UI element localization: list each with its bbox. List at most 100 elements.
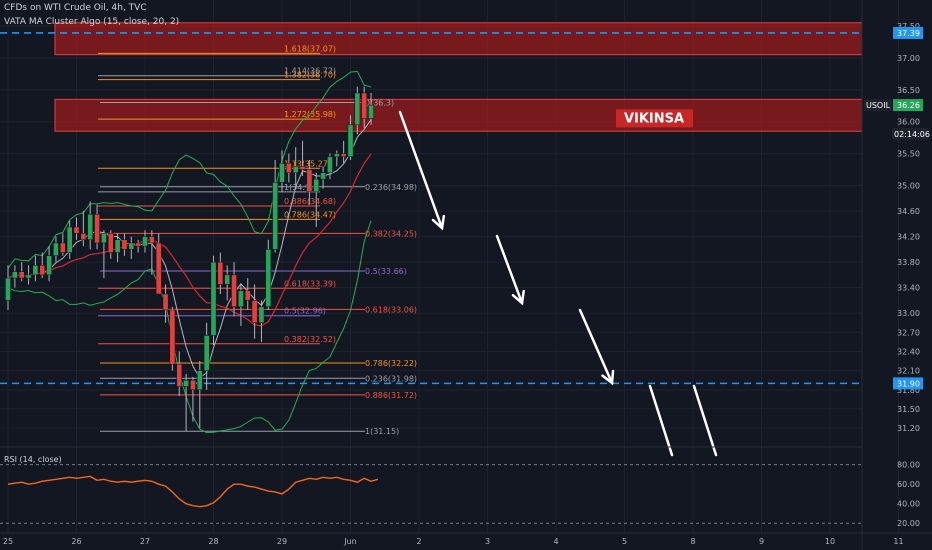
candle-body bbox=[53, 242, 59, 256]
time-tick-label: 25 bbox=[3, 537, 13, 546]
candle-body bbox=[238, 290, 244, 308]
candle-body bbox=[313, 178, 320, 193]
candle-body bbox=[354, 92, 361, 126]
candle-body bbox=[327, 156, 333, 173]
candle-body bbox=[101, 233, 107, 244]
indicator-title: VATA MA Cluster Algo (15, close, 20, 2) bbox=[4, 17, 180, 27]
rsi-tick-label: 60.00 bbox=[897, 480, 920, 489]
candle-body bbox=[169, 309, 176, 365]
fib-label-lower: 0.236(34.98) bbox=[365, 183, 417, 192]
candle-body bbox=[196, 370, 203, 390]
candle-body bbox=[279, 162, 285, 183]
resistance-zone bbox=[54, 98, 863, 132]
candle-body bbox=[59, 242, 66, 253]
candle-body bbox=[340, 153, 347, 158]
candle-body bbox=[46, 255, 52, 276]
candle-body bbox=[231, 274, 237, 308]
candle-body bbox=[121, 239, 128, 250]
fib-label-lower: 0.886(31.72) bbox=[365, 391, 417, 400]
candle-body bbox=[265, 249, 272, 308]
candle-body bbox=[272, 182, 278, 250]
candle-body bbox=[142, 236, 148, 247]
fib-label-upper: 0.382(32.52) bbox=[284, 335, 336, 344]
price-tick-label: 37.00 bbox=[897, 54, 920, 63]
candle-body bbox=[210, 261, 217, 336]
rsi-title: RSI (14, close) bbox=[4, 455, 62, 464]
fib-label-upper: 1.618(37.07) bbox=[284, 44, 336, 53]
candle-body bbox=[299, 166, 306, 170]
fib-label-upper: 0.5(32.96) bbox=[284, 307, 326, 316]
chart-background bbox=[0, 0, 932, 550]
candle-body bbox=[183, 379, 189, 387]
resistance-zone bbox=[54, 22, 863, 56]
candle-body bbox=[5, 277, 11, 301]
time-tick-label: 11 bbox=[893, 537, 903, 546]
time-tick-label: 8 bbox=[690, 537, 695, 546]
price-tick-label: 35.00 bbox=[897, 182, 920, 191]
fib-label-upper: 1.382(36.70) bbox=[284, 71, 336, 80]
candle-body bbox=[66, 226, 73, 253]
candle-body bbox=[25, 274, 32, 279]
rsi-tick-label: 80.00 bbox=[897, 461, 920, 470]
price-tick-label: 31.20 bbox=[897, 424, 920, 433]
time-tick-label: 5 bbox=[622, 537, 627, 546]
candle-body bbox=[149, 236, 155, 244]
fib-label-lower: 0.786(32.22) bbox=[365, 359, 417, 368]
candle-body bbox=[251, 300, 258, 323]
candle-body bbox=[244, 290, 251, 301]
price-badge-label: 36.26 bbox=[897, 101, 920, 110]
time-tick-label: 26 bbox=[71, 537, 81, 546]
fib-label-lower: 1(31.15) bbox=[365, 427, 399, 436]
time-tick-label: 9 bbox=[759, 537, 764, 546]
candle-body bbox=[224, 274, 231, 285]
rsi-tick-label: 40.00 bbox=[897, 500, 920, 509]
candle-body bbox=[286, 162, 292, 173]
candle-body bbox=[80, 233, 87, 241]
price-tick-label: 31.50 bbox=[897, 405, 920, 414]
candle-body bbox=[368, 104, 374, 119]
time-tick-label: Jun bbox=[343, 537, 357, 546]
price-tick-label: 32.10 bbox=[897, 367, 920, 376]
time-tick-label: 4 bbox=[553, 537, 558, 546]
candle-body bbox=[320, 172, 326, 180]
candle-body bbox=[361, 92, 368, 119]
candle-body bbox=[190, 379, 196, 391]
candle-body bbox=[87, 213, 94, 241]
fib-label-lower: 0.382(34.25) bbox=[365, 229, 417, 238]
candle-body bbox=[217, 261, 224, 285]
price-tick-label: 36.00 bbox=[897, 118, 920, 127]
candle-body bbox=[176, 363, 183, 387]
candle-body bbox=[292, 166, 299, 173]
fib-label-upper: 0.618(33.39) bbox=[284, 279, 336, 288]
candle-body bbox=[18, 271, 25, 279]
price-badge-label: 31.90 bbox=[897, 379, 920, 388]
price-tick-label: 34.60 bbox=[897, 207, 920, 216]
candle-body bbox=[155, 242, 162, 295]
candle-body bbox=[114, 239, 121, 253]
candle-body bbox=[162, 293, 169, 311]
price-badge-label: 37.39 bbox=[897, 29, 920, 38]
time-tick-label: 28 bbox=[208, 537, 218, 546]
time-tick-label: 29 bbox=[277, 537, 287, 546]
price-tick-label: 32.70 bbox=[897, 328, 920, 337]
price-chart[interactable]: VIKINSA1.618(37.07)1.414(36.72)1.382(36.… bbox=[0, 0, 932, 550]
price-tick-label: 35.50 bbox=[897, 150, 920, 159]
zone-label: VIKINSA bbox=[624, 111, 684, 126]
candle-body bbox=[135, 242, 142, 247]
fib-label-lower: 0.5(33.66) bbox=[365, 267, 407, 276]
candle-body bbox=[107, 233, 114, 253]
candle-body bbox=[203, 335, 210, 371]
price-tick-label: 34.20 bbox=[897, 233, 920, 242]
fib-label-lower: 0.618(33.06) bbox=[365, 305, 417, 314]
time-tick-label: 3 bbox=[485, 537, 490, 546]
time-tick-label: 2 bbox=[416, 537, 421, 546]
candle-body bbox=[258, 306, 265, 323]
candle-body bbox=[32, 265, 39, 276]
candle-body bbox=[306, 169, 313, 193]
candle-body bbox=[73, 226, 80, 234]
time-tick-label: 10 bbox=[825, 537, 835, 546]
time-tick-label: 27 bbox=[140, 537, 150, 546]
price-tick-label: 33.80 bbox=[897, 258, 920, 267]
fib-label-upper: 0.786(34.47) bbox=[284, 210, 336, 219]
price-tick-label: 33.40 bbox=[897, 284, 920, 293]
